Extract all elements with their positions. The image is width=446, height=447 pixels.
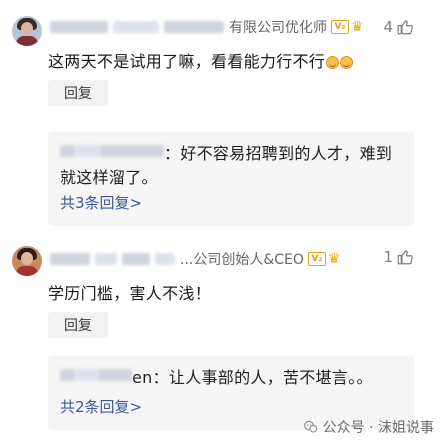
blurred-reply-name	[60, 142, 164, 161]
crown-icon: ♛	[351, 19, 364, 35]
watermark-text: 公众号 · 沫姐说事	[322, 420, 434, 436]
blurred-name	[50, 253, 90, 265]
wechat-official-account-icon	[303, 420, 317, 433]
author-title: ...公司创始人&CEO	[180, 252, 304, 268]
blurred-name	[95, 253, 117, 265]
sub-reply-line-1: ：好不容易招聘到的人才，难到	[60, 140, 392, 164]
comment-1: 有限公司优化师 V₂ ♛ 4 这两天不是试用了嘛，看看能力行不行 回复 ：好不容…	[0, 0, 446, 226]
comment-text: 学历门槛，害人不浅！	[48, 284, 212, 303]
sub-reply-box[interactable]: ：好不容易招聘到的人才，难到 就这样溜了。 共3条回复>	[48, 132, 414, 226]
blurred-reply-name	[60, 366, 132, 385]
view-replies-link[interactable]: 共2条回复>	[60, 396, 142, 417]
like-count: 4	[383, 18, 393, 36]
blurred-name	[155, 253, 175, 265]
blurred-name	[164, 21, 224, 33]
author-title: 有限公司优化师	[229, 20, 327, 36]
like-button[interactable]: 4	[383, 16, 414, 38]
comment-2: ...公司创始人&CEO V₂ ♛ 1 学历门槛，害人不浅！ 回复 en：让人事…	[0, 240, 446, 440]
blurred-name	[113, 21, 159, 33]
blurred-name	[50, 21, 108, 33]
sub-reply-line-2: 就这样溜了。	[60, 168, 158, 187]
avatar[interactable]	[12, 16, 42, 46]
blurred-name	[122, 253, 150, 265]
sub-reply-line-1: en：让人事部的人，苦不堪言。。	[60, 364, 373, 388]
watermark: 公众号 · 沫姐说事	[303, 417, 434, 437]
level-badge: V₂	[307, 252, 326, 266]
crown-icon: ♛	[327, 251, 341, 267]
comment-text: 这两天不是试用了嘛，看看能力行不行	[48, 48, 354, 73]
like-button[interactable]: 1	[383, 246, 414, 268]
thumb-up-icon	[397, 20, 413, 35]
comment-author[interactable]: 有限公司优化师 V₂ ♛	[50, 16, 364, 38]
reply-button[interactable]: 回复	[48, 80, 108, 106]
like-count: 1	[383, 248, 393, 266]
level-badge: V₂	[331, 20, 349, 34]
grin-emoji-icon	[325, 54, 354, 73]
thumb-up-icon	[397, 250, 413, 265]
avatar[interactable]	[12, 246, 42, 276]
reply-button[interactable]: 回复	[48, 312, 108, 338]
comment-author[interactable]: ...公司创始人&CEO V₂ ♛	[50, 248, 340, 270]
view-replies-link[interactable]: 共3条回复>	[60, 192, 142, 213]
